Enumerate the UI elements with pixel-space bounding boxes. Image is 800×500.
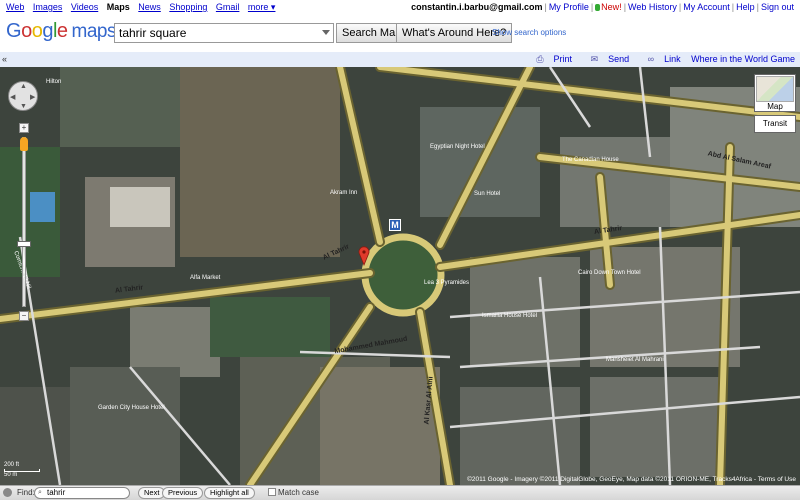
pan-up-icon[interactable]: ▲ — [20, 83, 27, 90]
nav-images[interactable]: Images — [33, 2, 63, 12]
help-link[interactable]: Help — [736, 2, 755, 12]
my-account-link[interactable]: My Account — [683, 2, 730, 12]
send-link[interactable]: ✉ Send — [583, 54, 630, 64]
scale-metric: 50 m — [4, 472, 18, 478]
place-label: Alfa Market — [190, 275, 221, 281]
zoom-handle[interactable] — [17, 241, 31, 247]
match-case-label: Match case — [278, 488, 319, 497]
map-copyright[interactable]: ©2011 Google - Imagery ©2011 DigitalGlob… — [467, 476, 796, 483]
pan-left-icon[interactable]: ◀ — [10, 93, 15, 101]
zoom-rail[interactable] — [22, 137, 26, 307]
place-label: Lea 3 Pyramides — [424, 280, 470, 286]
nav-gmail[interactable]: Gmail — [216, 2, 240, 12]
scale-bar: 200 ft 50 m — [4, 462, 40, 478]
place-label: Akram Inn — [330, 190, 358, 196]
browser-find-bar: Find: ⌕ tahrir Next Previous Highlight a… — [0, 485, 800, 500]
nav-web[interactable]: Web — [6, 2, 24, 12]
printer-icon: ⎙ — [536, 54, 544, 64]
zoom-out-button[interactable]: − — [19, 311, 29, 321]
map-thumbnail-icon — [756, 76, 794, 102]
find-input[interactable]: ⌕ tahrir — [34, 487, 130, 499]
close-find-icon[interactable] — [3, 488, 12, 497]
place-label: The Canadian House — [562, 157, 619, 163]
place-label: Egyptian Night Hotel — [430, 144, 485, 150]
zoom-in-button[interactable]: + — [19, 123, 29, 133]
find-previous-button[interactable]: Previous — [162, 487, 204, 499]
nav-videos[interactable]: Videos — [71, 2, 98, 12]
search-input[interactable]: tahrir square — [114, 23, 334, 43]
satellite-imagery — [0, 67, 800, 485]
nav-more[interactable]: more ▾ — [248, 2, 276, 12]
where-in-the-world-link[interactable]: Where in the World Game — [691, 54, 795, 64]
services-nav: Web Images Videos Maps News Shopping Gma… — [6, 2, 281, 13]
location-pin-icon[interactable] — [358, 246, 370, 266]
pan-down-icon[interactable]: ▼ — [20, 103, 27, 110]
match-case-checkbox[interactable] — [268, 488, 276, 496]
user-email: constantin.i.barbu@gmail.com — [411, 2, 543, 12]
place-label: Garden City House Hotel — [98, 405, 165, 411]
account-nav: constantin.i.barbu@gmail.com | My Profile |… — [411, 2, 794, 12]
show-search-options-link[interactable]: Show search options — [492, 28, 566, 37]
print-link[interactable]: ⎙ Print — [528, 54, 572, 64]
place-label: Hilton — [46, 79, 62, 85]
place-label: Ismailia House Hotel — [482, 313, 538, 319]
action-bar: « ⎙ Print ✉ Send ∞ Link Where in the World … — [0, 52, 800, 67]
sign-out-link[interactable]: Sign out — [761, 2, 794, 12]
street-label: Mansheiet Al Mahrani — [606, 357, 664, 363]
map-type-button[interactable]: Map — [754, 74, 796, 112]
pan-control[interactable]: ▲ ▼ ◀ ▶ — [8, 81, 38, 111]
map-canvas[interactable]: Al Tahrir Al Tahrir Al Tahrir Abd Al Sal… — [0, 67, 800, 485]
transit-button[interactable]: Transit — [754, 115, 796, 133]
metro-station-icon[interactable]: M — [389, 219, 401, 231]
nav-news[interactable]: News — [138, 2, 161, 12]
place-label: Sun Hotel — [474, 191, 501, 197]
scale-imperial: 200 ft — [4, 462, 20, 468]
find-label: Find: — [17, 488, 35, 497]
map-type-label: Map — [767, 102, 783, 111]
new-link[interactable]: New! — [601, 2, 622, 12]
search-icon: ⌕ — [38, 489, 42, 496]
search-input-value: tahrir square — [119, 26, 187, 40]
google-bar: Web Images Videos Maps News Shopping Gma… — [0, 0, 800, 14]
new-icon — [595, 4, 601, 11]
pan-right-icon[interactable]: ▶ — [30, 93, 35, 101]
my-profile-link[interactable]: My Profile — [549, 2, 589, 12]
dropdown-arrow-icon[interactable] — [322, 30, 330, 35]
nav-maps: Maps — [106, 2, 130, 12]
collapse-panel-icon[interactable]: « — [2, 54, 7, 64]
zoom-slider[interactable]: + − — [19, 123, 29, 323]
pegman-street-view-icon[interactable] — [20, 137, 28, 151]
find-input-value: tahrir — [47, 488, 66, 497]
highlight-all-button[interactable]: Highlight all — [204, 487, 255, 499]
place-label: Cairo Down Town Hotel — [578, 270, 641, 276]
envelope-icon: ✉ — [590, 54, 599, 64]
nav-shopping[interactable]: Shopping — [169, 2, 207, 12]
search-header: Google maps tahrir square Search Maps Wha… — [0, 14, 800, 52]
chain-link-icon: ∞ — [647, 54, 655, 64]
web-history-link[interactable]: Web History — [628, 2, 677, 12]
google-maps-logo[interactable]: Google maps — [6, 20, 116, 43]
link-link[interactable]: ∞ Link — [640, 54, 681, 64]
